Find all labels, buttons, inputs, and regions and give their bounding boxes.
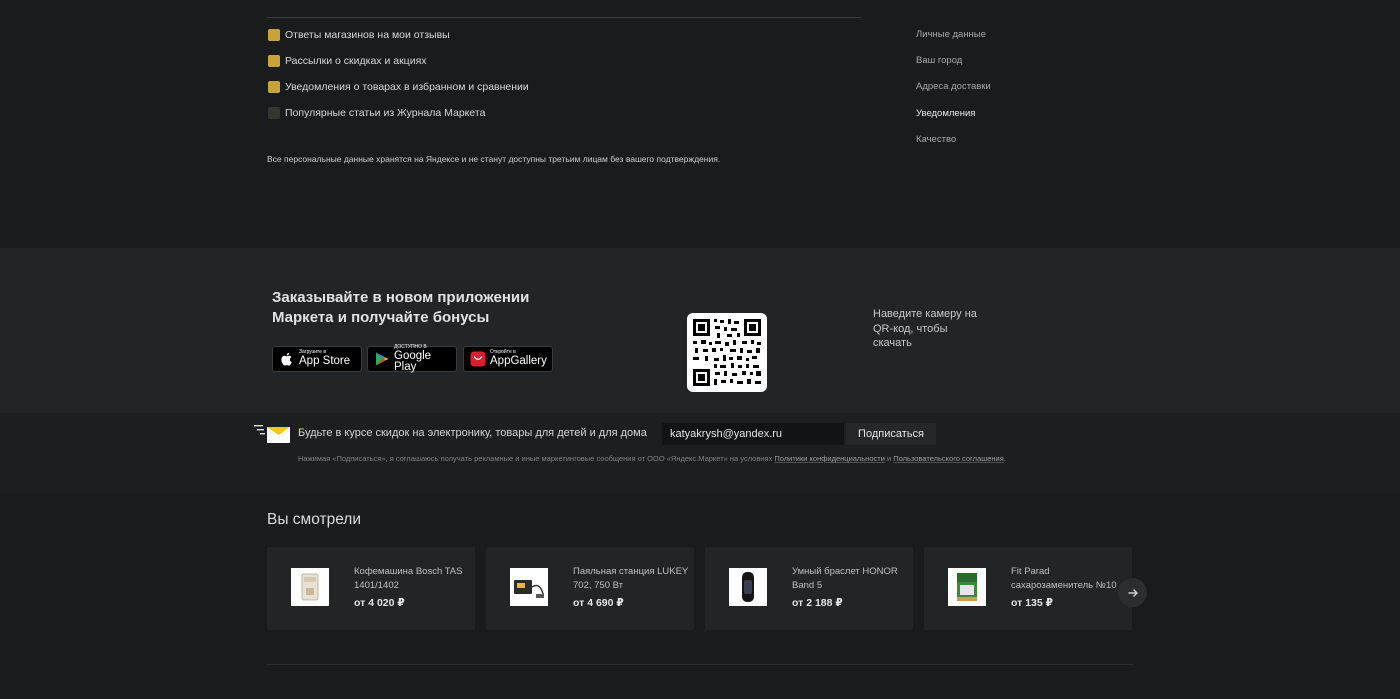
store-big-label: Google Play [394,349,432,373]
store-small-label: ДОСТУПНО В [394,343,427,350]
viewed-title: Вы смотрели [267,511,361,528]
product-card[interactable]: Кофемашина Bosch TAS 1401/1402 от 4 020 … [267,547,475,630]
checkbox-favorites-notifications[interactable]: Уведомления о товарах в избранном и срав… [268,80,529,94]
checkbox-discount-mailing[interactable]: Рассылки о скидках и акциях [268,54,427,68]
app-store-button[interactable]: Загрузите в App Store [272,346,362,372]
privacy-policy-link[interactable]: Политики конфиденциальности [774,454,885,463]
privacy-note: Все персональные данные хранятся на Янде… [267,154,721,164]
app-gallery-button[interactable]: Откройте в AppGallery [463,346,553,372]
store-big-label: App Store [299,355,351,368]
subscribe-section: Будьте в курсе скидок на электронику, то… [0,413,1400,493]
product-price: от 135 ₽ [1011,597,1053,609]
carousel-next-button[interactable] [1118,578,1147,607]
coffee-machine-icon [301,573,319,601]
checkbox-label: Ответы магазинов на мои отзывы [285,29,450,41]
product-image [729,568,767,606]
section-divider [267,17,861,18]
app-promo-heading: Заказывайте в новом приложении Маркета и… [272,289,530,326]
side-nav-city[interactable]: Ваш город [916,55,962,66]
google-play-icon [376,352,389,366]
legal-prefix: Нажимая «Подписаться», я соглашаюсь полу… [298,454,775,463]
subscribe-button[interactable]: Подписаться [846,423,936,445]
legal-mid: и [884,454,894,463]
user-agreement-link[interactable]: Пользовательского соглашения [893,454,1004,463]
notification-settings-section: Ответы магазинов на мои отзывы Рассылки … [0,0,1400,248]
product-name: Кофемашина Bosch TAS 1401/1402 [354,566,463,591]
arrow-right-icon [1128,588,1138,597]
google-play-button[interactable]: ДОСТУПНО В Google Play [367,343,457,373]
side-nav-personal-data[interactable]: Личные данные [916,29,986,40]
sweetener-icon [957,573,977,601]
qr-hint-text: Наведите камеру на QR-код, чтобы скачать [873,308,977,349]
product-image [948,568,986,606]
checkbox-checked[interactable] [268,81,280,93]
checkbox-checked[interactable] [268,29,280,41]
product-card[interactable]: Паяльная станция LUKEY 702, 750 Вт от 4 … [486,547,694,630]
product-card[interactable]: Умный браслет HONOR Band 5 от 2 188 ₽ [705,547,913,630]
product-image [291,568,329,606]
subscribe-text: Будьте в курсе скидок на электронику, то… [298,427,647,439]
checkbox-unchecked[interactable] [268,107,280,119]
mail-icon [254,425,290,443]
product-image [510,568,548,606]
product-name: Паяльная станция LUKEY 702, 750 Вт [573,566,689,591]
side-nav-addresses[interactable]: Адреса доставки [916,81,991,92]
qr-code [687,313,767,392]
checkbox-shop-answers[interactable]: Ответы магазинов на мои отзывы [268,28,450,42]
subscribe-legal-text: Нажимая «Подписаться», я соглашаюсь полу… [298,454,1006,463]
checkbox-journal-articles[interactable]: Популярные статьи из Журнала Маркета [268,106,485,120]
qr-code-icon [693,319,761,386]
fitness-band-icon [742,572,754,602]
product-price: от 4 020 ₽ [354,597,405,609]
checkbox-checked[interactable] [268,55,280,67]
store-big-label: AppGallery [490,355,547,368]
app-promo-section: Заказывайте в новом приложении Маркета и… [0,248,1400,413]
product-price: от 4 690 ₽ [573,597,624,609]
product-card[interactable]: Fit Parad сахарозаменитель №10 от 135 ₽ [924,547,1132,630]
soldering-station-icon [514,580,544,598]
legal-suffix: . [1003,454,1006,463]
side-nav-quality[interactable]: Качество [916,134,956,145]
huawei-icon [470,351,486,367]
side-nav-notifications[interactable]: Уведомления [916,108,975,119]
checkbox-label: Рассылки о скидках и акциях [285,55,427,67]
email-input[interactable] [662,423,844,445]
product-name: Умный браслет HONOR Band 5 [792,566,898,591]
product-name: Fit Parad сахарозаменитель №10 [1011,566,1117,591]
bottom-divider [267,664,1133,665]
product-price: от 2 188 ₽ [792,597,843,609]
checkbox-label: Уведомления о товарах в избранном и срав… [285,81,529,93]
apple-icon [281,352,292,366]
checkbox-label: Популярные статьи из Журнала Маркета [285,107,486,119]
